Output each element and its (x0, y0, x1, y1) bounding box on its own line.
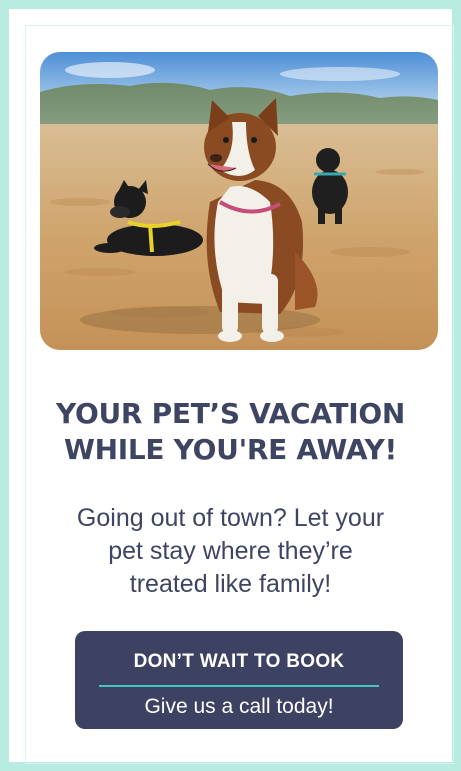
book-call-button[interactable]: DON’T WAIT TO BOOK Give us a call today! (75, 631, 403, 729)
cta-title: DON’T WAIT TO BOOK (133, 651, 345, 672)
subtext-line-1: Going out of town? Let your (76, 504, 385, 532)
subtext-line-2: pet stay where they’re (108, 537, 353, 565)
subtext: Going out of town? Let your pet stay whe… (30, 502, 431, 601)
headline-line-1: YOUR PET’S VACATION (56, 397, 405, 430)
subtext-line-3: treated like family! (129, 570, 332, 598)
cta-subtitle: Give us a call today! (144, 695, 334, 718)
headline: YOUR PET’S VACATION WHILE YOU'RE AWAY! (20, 396, 441, 468)
cta-divider (99, 685, 379, 687)
headline-line-2: WHILE YOU'RE AWAY! (64, 433, 397, 466)
hero-photo (40, 52, 438, 350)
